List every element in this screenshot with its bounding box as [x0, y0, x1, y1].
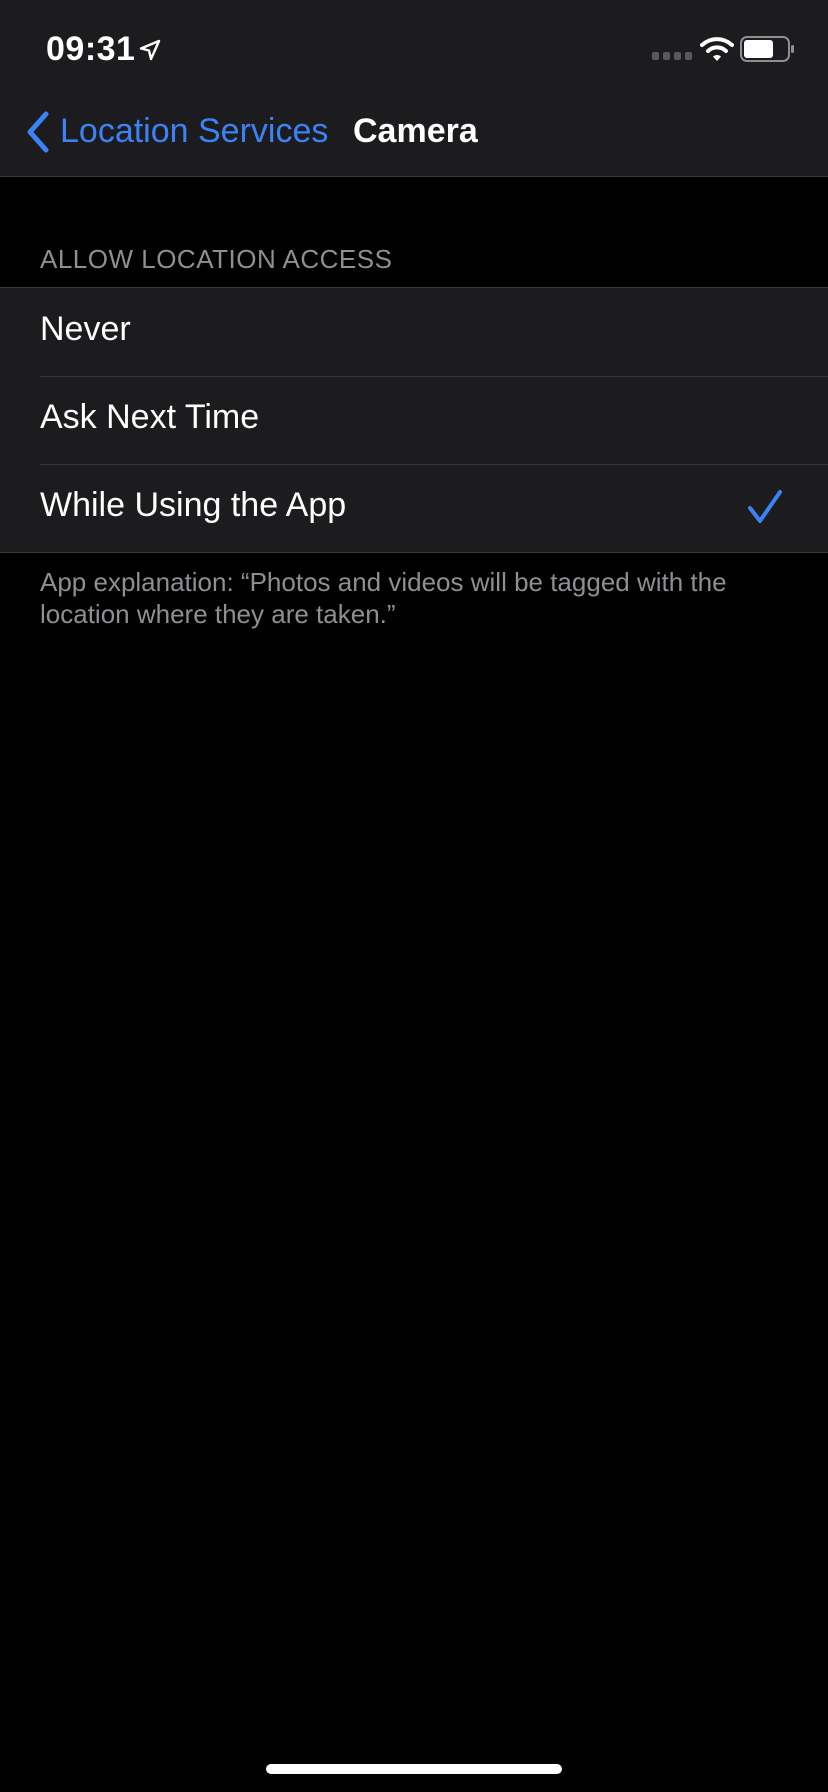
- option-while-using-the-app[interactable]: While Using the App: [0, 464, 828, 552]
- home-indicator[interactable]: [266, 1764, 562, 1774]
- location-arrow-icon: [139, 39, 161, 61]
- option-label: Never: [40, 310, 131, 348]
- back-button[interactable]: Location Services: [60, 112, 328, 151]
- checkmark-icon: [748, 490, 782, 523]
- cellular-signal-icon: [652, 52, 692, 60]
- navigation-bar: Location Services Camera: [0, 88, 828, 177]
- chevron-left-icon[interactable]: [24, 110, 52, 154]
- option-label: Ask Next Time: [40, 398, 260, 436]
- battery-icon: [740, 36, 794, 62]
- app-explanation: App explanation: “Photos and videos will…: [40, 567, 727, 629]
- status-bar: 09:31: [0, 0, 828, 88]
- option-never[interactable]: Never: [0, 288, 828, 376]
- option-label: While Using the App: [40, 486, 347, 524]
- status-time: 09:31: [46, 30, 136, 68]
- page-title: Camera: [353, 112, 478, 150]
- section-header: ALLOW LOCATION ACCESS: [40, 244, 393, 274]
- location-access-options: Never Ask Next Time While Using the App: [0, 287, 828, 553]
- wifi-icon: [700, 37, 734, 61]
- option-ask-next-time[interactable]: Ask Next Time: [0, 376, 828, 464]
